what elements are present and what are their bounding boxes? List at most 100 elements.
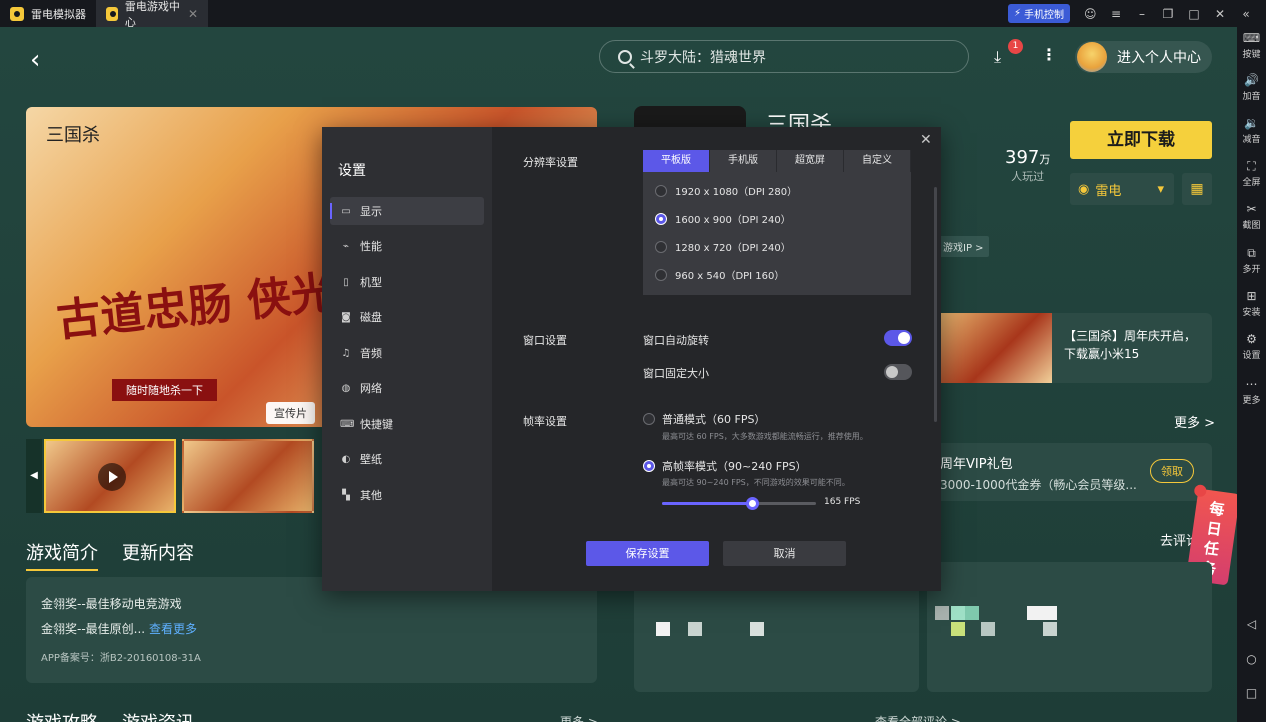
- settings-nav-display[interactable]: ▭ 显示: [330, 197, 484, 225]
- user-avatar-icon[interactable]: ☺: [1084, 7, 1097, 21]
- monitor-icon: ▭: [341, 205, 351, 217]
- toolbar-volume-down-button[interactable]: 🔉 减音: [1237, 116, 1266, 145]
- globe-icon: ◍: [341, 382, 351, 394]
- settings-nav-wallpaper[interactable]: ◐ 壁纸: [330, 445, 484, 473]
- toolbar-more-button[interactable]: ⋯ 更多: [1237, 377, 1266, 406]
- news-text: 【三国杀】周年庆开启，下载赢小米15: [1064, 329, 1197, 361]
- guides-more-link[interactable]: 更多 >: [560, 713, 598, 722]
- promo-video-label[interactable]: 宣传片: [266, 402, 315, 424]
- res-tab-ultrawide[interactable]: 超宽屏: [777, 150, 844, 172]
- android-recents-button[interactable]: □: [1237, 686, 1266, 700]
- grid-icon: ▚: [342, 489, 350, 501]
- search-bar[interactable]: 斗罗大陆：猎魂世界: [599, 40, 969, 73]
- radio-button[interactable]: [643, 413, 655, 425]
- resolution-section-label: 分辨率设置: [523, 156, 578, 169]
- tab-game-center[interactable]: 雷电游戏中心 ✕: [96, 0, 208, 29]
- fps-slider[interactable]: [662, 497, 816, 510]
- res-tab-tablet[interactable]: 平板版: [643, 150, 710, 172]
- resolution-option[interactable]: 1600 x 900（DPI 240）: [655, 211, 791, 226]
- ldplayer-logo-icon: ◉: [1078, 181, 1090, 197]
- tab-ldplayer[interactable]: 雷电模拟器: [0, 0, 96, 27]
- tab-news[interactable]: 游戏资讯: [122, 709, 194, 722]
- profile-button[interactable]: 进入个人中心: [1075, 41, 1212, 73]
- game-ip-chip[interactable]: 游戏IP >: [938, 236, 989, 257]
- title-bar: 雷电模拟器 雷电游戏中心 ✕ ⚡ 手机控制 ☺ ≡ – ❐ □ ✕ «: [0, 0, 1266, 29]
- download-now-button[interactable]: 立即下载: [1070, 121, 1212, 159]
- dialog-scrollbar[interactable]: [934, 187, 937, 422]
- resolution-option[interactable]: 1920 x 1080（DPI 280）: [655, 183, 797, 198]
- settings-nav-audio[interactable]: ♫ 音频: [330, 339, 484, 367]
- view-more-link[interactable]: 查看更多: [149, 622, 197, 636]
- res-tab-phone[interactable]: 手机版: [710, 150, 777, 172]
- minimize-icon[interactable]: –: [1136, 7, 1148, 21]
- radio-button[interactable]: [643, 460, 655, 472]
- radio-button[interactable]: [655, 184, 667, 197]
- toolbar-screenshot-button[interactable]: ✂ 截图: [1237, 202, 1266, 231]
- toolbar-fullscreen-button[interactable]: ⛶ 全屏: [1237, 159, 1266, 188]
- settings-sidebar: 设置 ▭ 显示 ⌁ 性能 ▯ 机型 ◙ 磁盘 ♫ 音频 ◍ 网络 ⌨ 快捷键 ◐ 壁纸 ▚ 其他: [322, 127, 492, 591]
- thumbnail-video[interactable]: [44, 439, 176, 513]
- toolbar-label: 按键: [1242, 50, 1261, 60]
- fps-slider-knob[interactable]: [746, 497, 759, 510]
- news-card[interactable]: 【三国杀】周年庆开启，下载赢小米15: [934, 313, 1212, 383]
- qr-code-icon[interactable]: ▦: [1182, 173, 1212, 205]
- phone-control-button[interactable]: ⚡ 手机控制: [1007, 4, 1070, 23]
- tab-close-icon[interactable]: ✕: [188, 7, 198, 21]
- ld-store-select[interactable]: ◉ 雷电 ▾: [1070, 173, 1174, 205]
- kebab-menu-icon[interactable]: ⋮: [1041, 45, 1057, 64]
- all-comments-link[interactable]: 查看全部评论 >: [875, 713, 961, 722]
- tab-intro[interactable]: 游戏简介: [26, 539, 98, 571]
- resolution-option[interactable]: 1280 x 720（DPI 240）: [655, 239, 791, 254]
- settings-nav-hotkeys[interactable]: ⌨ 快捷键: [330, 410, 484, 438]
- settings-nav-other[interactable]: ▚ 其他: [330, 481, 484, 509]
- radio-button[interactable]: [655, 212, 667, 225]
- resolution-option[interactable]: 960 x 540（DPI 160）: [655, 267, 784, 282]
- resolution-label: 960 x 540（DPI 160）: [675, 271, 785, 282]
- fps-high-desc: 最高可达 90~240 FPS，不同游戏的效果可能不同。: [662, 478, 850, 487]
- dialog-close-icon[interactable]: ✕: [920, 132, 932, 148]
- circle-home-icon: ○: [1246, 652, 1257, 666]
- toolbar-install-button[interactable]: ⊞ 安装: [1237, 289, 1266, 318]
- comment-card[interactable]: [927, 562, 1212, 692]
- close-icon[interactable]: ✕: [1214, 7, 1226, 21]
- download-icon[interactable]: ⤓: [994, 47, 1001, 67]
- tab-guides[interactable]: 游戏攻略: [26, 709, 98, 722]
- toolbar-multi-button[interactable]: ⧉ 多开: [1237, 246, 1266, 275]
- save-settings-button[interactable]: 保存设置: [586, 541, 709, 566]
- settings-dialog: 设置 ▭ 显示 ⌁ 性能 ▯ 机型 ◙ 磁盘 ♫ 音频 ◍ 网络 ⌨ 快捷键 ◐ 壁纸 ▚ 其他 …: [322, 127, 941, 591]
- collapse-sidebar-icon[interactable]: «: [1240, 7, 1252, 21]
- thumbnail-image[interactable]: [182, 439, 314, 513]
- toolbar-volume-up-button[interactable]: 🔊 加音: [1237, 73, 1266, 102]
- toolbar-settings-button[interactable]: ⚙ 设置: [1237, 332, 1266, 361]
- settings-nav-performance[interactable]: ⌁ 性能: [330, 232, 484, 260]
- ld-store-label: 雷电: [1095, 183, 1122, 199]
- more-icon: ⋯: [1245, 377, 1258, 391]
- android-home-button[interactable]: ○: [1237, 652, 1266, 666]
- settings-nav-disk[interactable]: ◙ 磁盘: [330, 303, 484, 331]
- radio-button[interactable]: [655, 268, 667, 281]
- maximize-icon[interactable]: □: [1188, 7, 1200, 21]
- android-back-button[interactable]: ◁: [1237, 617, 1266, 631]
- tab-update[interactable]: 更新内容: [122, 539, 194, 571]
- chevron-down-icon: ▾: [1157, 181, 1164, 197]
- auto-rotate-label: 窗口自动旋转: [643, 334, 709, 347]
- search-text: 斗罗大陆：猎魂世界: [640, 49, 766, 66]
- fps-normal-option[interactable]: 普通模式（60 FPS）: [643, 411, 765, 427]
- auto-rotate-toggle[interactable]: [884, 330, 912, 346]
- settings-nav-device[interactable]: ▯ 机型: [330, 268, 484, 296]
- res-tab-custom[interactable]: 自定义: [844, 150, 911, 172]
- fixed-size-toggle[interactable]: [884, 364, 912, 380]
- more-link[interactable]: 更多 >: [1174, 412, 1215, 431]
- settings-nav-label: 音频: [360, 347, 382, 360]
- search-icon: [618, 49, 632, 64]
- cancel-button[interactable]: 取消: [723, 541, 846, 566]
- claim-button[interactable]: 领取: [1150, 459, 1194, 483]
- thumb-prev-arrow-icon[interactable]: ◀: [26, 439, 42, 513]
- restore-icon[interactable]: ❐: [1162, 7, 1174, 21]
- toolbar-keymap-button[interactable]: ⌨ 按键: [1237, 31, 1266, 60]
- settings-nav-network[interactable]: ◍ 网络: [330, 374, 484, 402]
- fps-high-option[interactable]: 高帧率模式（90~240 FPS）: [643, 458, 807, 474]
- back-arrow-icon[interactable]: ‹: [30, 45, 40, 75]
- menu-icon[interactable]: ≡: [1110, 7, 1122, 21]
- radio-button[interactable]: [655, 240, 667, 253]
